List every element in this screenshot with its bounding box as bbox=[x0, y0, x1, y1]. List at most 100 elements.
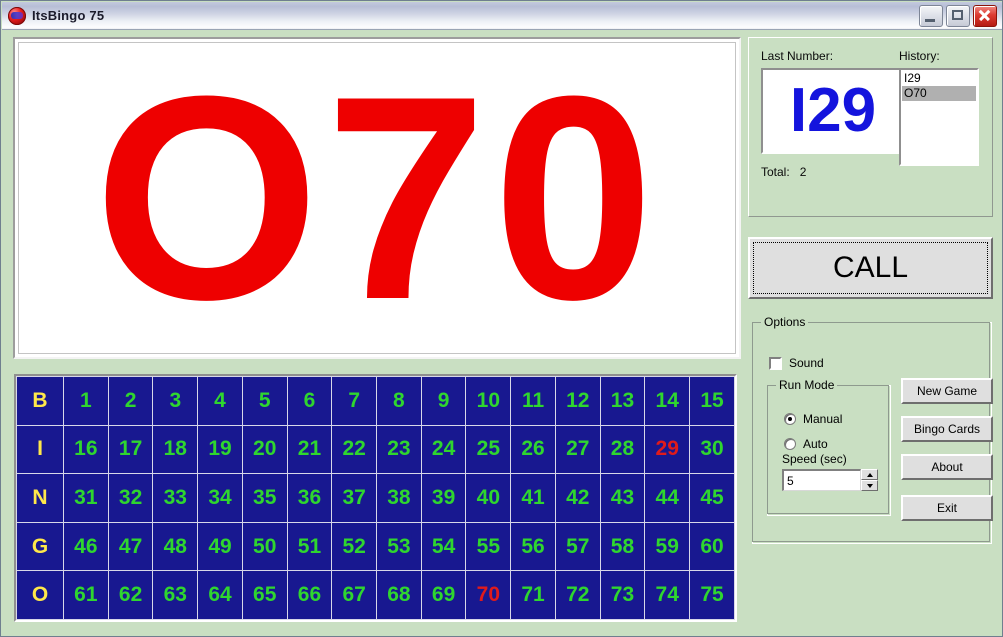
speed-input[interactable]: 5 bbox=[782, 469, 861, 491]
radio-manual-row[interactable]: Manual bbox=[784, 412, 842, 426]
speed-increment-button[interactable] bbox=[861, 469, 878, 480]
board-cell: 6 bbox=[286, 376, 333, 426]
board-letter-b: B bbox=[16, 376, 64, 426]
board-cell: 13 bbox=[599, 376, 646, 426]
board-cell: 61 bbox=[63, 570, 109, 620]
run-mode-group-title: Run Mode bbox=[776, 378, 838, 392]
board-cell: 4 bbox=[197, 376, 243, 426]
board-row: I 16 17 18 19 20 21 22 23 24 25 26 27 28 29 30 bbox=[16, 424, 735, 475]
radio-auto-row[interactable]: Auto bbox=[784, 437, 828, 451]
board-cell: 23 bbox=[376, 424, 422, 475]
history-item[interactable]: I29 bbox=[902, 71, 976, 86]
board-cell-called: 29 bbox=[644, 424, 691, 475]
board-cell: 40 bbox=[465, 473, 512, 523]
total-label: Total: bbox=[761, 165, 790, 179]
board-cell: 69 bbox=[420, 570, 467, 620]
board-row: G 46 47 48 49 50 51 52 53 54 55 56 57 58 59 60 bbox=[16, 521, 735, 572]
board-cell: 20 bbox=[241, 424, 288, 475]
board-cell: 60 bbox=[689, 521, 735, 572]
speed-arrows bbox=[861, 469, 878, 491]
board-row: B 1 2 3 4 5 6 7 8 9 10 11 12 13 14 15 bbox=[16, 376, 735, 426]
options-group-title: Options bbox=[761, 315, 809, 329]
board-cell: 27 bbox=[554, 424, 601, 475]
speed-decrement-button[interactable] bbox=[861, 480, 878, 491]
board-cell: 48 bbox=[152, 521, 199, 572]
board-cell: 59 bbox=[644, 521, 691, 572]
window-title: ItsBingo 75 bbox=[32, 8, 105, 23]
board-cell: 34 bbox=[197, 473, 243, 523]
radio-manual[interactable] bbox=[784, 413, 796, 425]
board-letter-o: O bbox=[16, 570, 64, 620]
board-cell: 19 bbox=[197, 424, 243, 475]
board-cell: 56 bbox=[510, 521, 556, 572]
sound-checkbox-row[interactable]: Sound bbox=[769, 356, 824, 370]
board-row: O 61 62 63 64 65 66 67 68 69 70 71 72 73 74 75 bbox=[16, 570, 735, 620]
new-game-button[interactable]: New Game bbox=[901, 378, 993, 404]
total-value: 2 bbox=[799, 165, 807, 179]
board-cell: 51 bbox=[286, 521, 333, 572]
board-cell: 49 bbox=[197, 521, 243, 572]
board-cell: 12 bbox=[554, 376, 601, 426]
bingo-board-table: B 1 2 3 4 5 6 7 8 9 10 11 12 13 14 15 I 16 17 18 19 20 21 22 23 2… bbox=[16, 376, 735, 620]
board-cell: 8 bbox=[376, 376, 422, 426]
minimize-icon bbox=[925, 18, 935, 22]
board-cell: 38 bbox=[376, 473, 422, 523]
exit-button[interactable]: Exit bbox=[901, 495, 993, 521]
sound-label: Sound bbox=[789, 356, 824, 370]
board-cell: 55 bbox=[465, 521, 512, 572]
caret-up-icon bbox=[866, 472, 873, 477]
bingo-cards-button[interactable]: Bingo Cards bbox=[901, 416, 993, 442]
board-cell: 75 bbox=[689, 570, 735, 620]
history-list[interactable]: I29 O70 bbox=[899, 68, 979, 166]
board-cell: 32 bbox=[107, 473, 154, 523]
board-cell: 33 bbox=[152, 473, 199, 523]
board-cell: 41 bbox=[510, 473, 556, 523]
total-line: Total: 2 bbox=[761, 165, 806, 179]
board-cell: 11 bbox=[510, 376, 556, 426]
board-cell: 42 bbox=[554, 473, 601, 523]
speed-stepper[interactable]: 5 bbox=[782, 469, 878, 491]
board-cell: 21 bbox=[286, 424, 333, 475]
board-cell: 31 bbox=[63, 473, 109, 523]
title-bar: ItsBingo 75 bbox=[2, 2, 1002, 30]
board-cell: 62 bbox=[107, 570, 154, 620]
board-cell: 25 bbox=[465, 424, 512, 475]
sound-checkbox[interactable] bbox=[769, 356, 782, 370]
board-cell: 68 bbox=[376, 570, 422, 620]
last-number-box: I29 bbox=[761, 68, 905, 154]
radio-auto-label: Auto bbox=[803, 437, 828, 451]
bingo-board: B 1 2 3 4 5 6 7 8 9 10 11 12 13 14 15 I 16 17 18 19 20 21 22 23 2… bbox=[14, 374, 737, 622]
board-cell: 5 bbox=[241, 376, 288, 426]
board-cell: 24 bbox=[420, 424, 467, 475]
current-call-display-inner: O70 bbox=[18, 42, 736, 354]
board-cell: 47 bbox=[107, 521, 154, 572]
board-cell: 7 bbox=[331, 376, 378, 426]
board-cell: 26 bbox=[510, 424, 556, 475]
board-cell: 35 bbox=[241, 473, 288, 523]
bingo-board-body: B 1 2 3 4 5 6 7 8 9 10 11 12 13 14 15 I 16 17 18 19 20 21 22 23 2… bbox=[16, 376, 735, 620]
current-call-number: O70 bbox=[93, 42, 661, 354]
minimize-button[interactable] bbox=[919, 4, 943, 27]
close-button[interactable] bbox=[973, 4, 997, 27]
board-cell: 14 bbox=[644, 376, 691, 426]
board-cell: 53 bbox=[376, 521, 422, 572]
board-cell: 52 bbox=[331, 521, 378, 572]
board-cell: 50 bbox=[241, 521, 288, 572]
board-cell: 64 bbox=[197, 570, 243, 620]
about-button[interactable]: About bbox=[901, 454, 993, 480]
maximize-icon bbox=[952, 9, 963, 20]
board-cell: 1 bbox=[63, 376, 109, 426]
status-panel: Last Number: I29 History: I29 O70 Total: 2 bbox=[748, 37, 993, 217]
radio-auto[interactable] bbox=[784, 438, 796, 450]
board-cell: 63 bbox=[152, 570, 199, 620]
board-cell: 18 bbox=[152, 424, 199, 475]
history-item[interactable]: O70 bbox=[902, 86, 976, 101]
run-mode-group: Run Mode Manual Auto Speed (sec) 5 bbox=[767, 378, 891, 516]
call-button-label: CALL bbox=[832, 251, 909, 284]
maximize-button[interactable] bbox=[946, 4, 970, 27]
board-cell: 22 bbox=[331, 424, 378, 475]
board-cell: 45 bbox=[689, 473, 735, 523]
board-cell: 43 bbox=[599, 473, 646, 523]
call-button[interactable]: CALL bbox=[748, 237, 993, 299]
last-number-value: I29 bbox=[789, 76, 877, 145]
